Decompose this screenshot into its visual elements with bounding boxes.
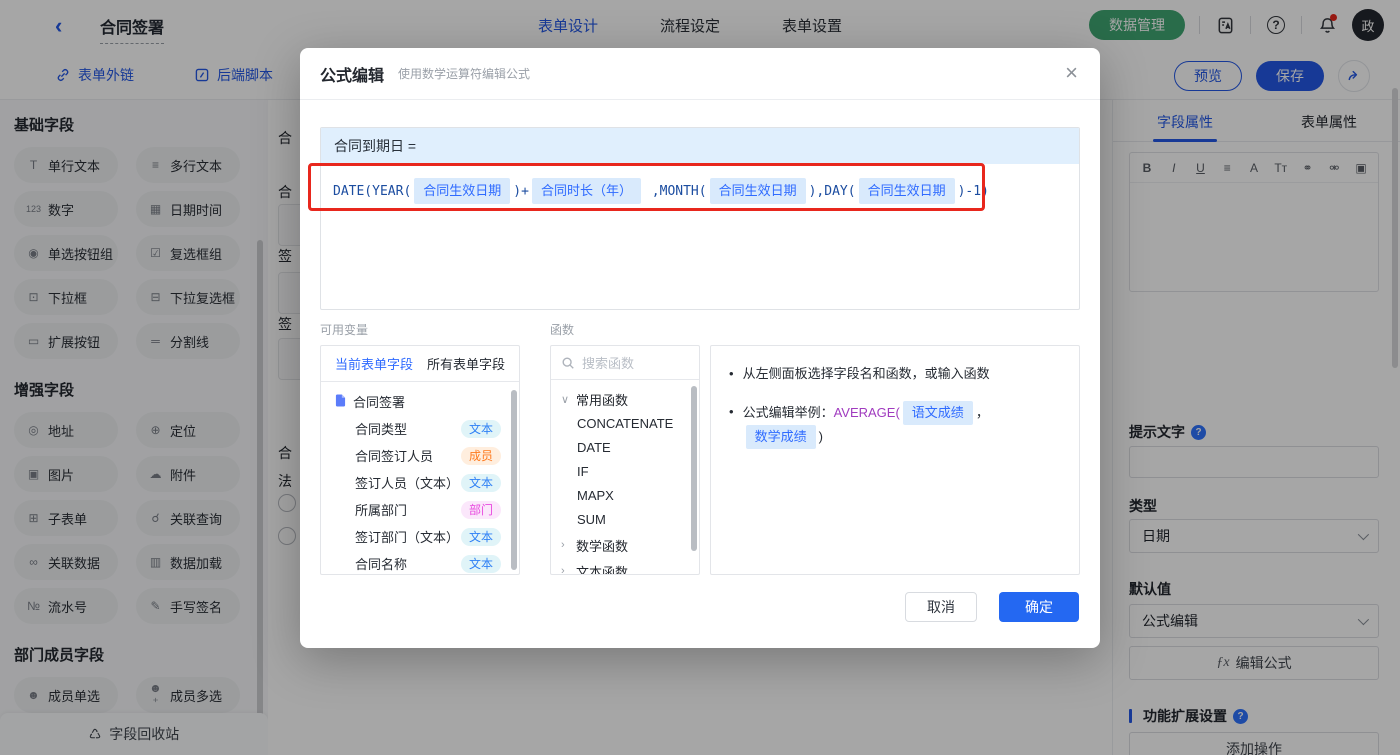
example-prefix: 公式编辑举例：: [742, 405, 834, 420]
bullet-dot: •: [729, 366, 734, 381]
variable-name: 合同名称: [355, 557, 408, 572]
function-item-IF[interactable]: IF: [551, 460, 699, 484]
function-item-MAPX[interactable]: MAPX: [551, 484, 699, 508]
variable-row-合同名称[interactable]: 合同名称 文本: [321, 550, 519, 574]
variable-row-所属部门[interactable]: 所属部门 部门: [321, 496, 519, 523]
example-field-chip: 数学成绩: [745, 425, 816, 449]
variable-name: 合同类型: [355, 422, 408, 437]
variable-name: 合同签订人员: [355, 449, 434, 464]
variable-row-合同类型[interactable]: 合同类型 文本: [321, 415, 519, 442]
chevron-right-icon: ›: [561, 539, 565, 551]
modal-subtitle: 使用数学运算符编辑公式: [398, 67, 531, 81]
variable-type-badge: 文本: [460, 527, 501, 546]
formula-box: 合同到期日 = DATE(YEAR(合同生效日期)+ 合同时长（年） ,MONTH…: [320, 127, 1080, 310]
formula-code: ,MONTH(: [643, 184, 707, 199]
cancel-button[interactable]: 取消: [905, 592, 977, 622]
formula-code: )-1): [957, 184, 989, 199]
variables-tab-当前表单字段[interactable]: 当前表单字段: [335, 354, 413, 373]
help-bullet-1: • 从左侧面板选择字段名和函数，或输入函数: [729, 363, 1061, 385]
formula-editor-modal: 公式编辑 使用数学运算符编辑公式 × 合同到期日 = DATE(YEAR(合同生…: [300, 48, 1100, 648]
function-search[interactable]: 搜索函数: [551, 346, 699, 380]
chevron-down-icon: ∨: [561, 393, 570, 406]
variables-tab-所有表单字段[interactable]: 所有表单字段: [427, 354, 505, 373]
function-item-DATE[interactable]: DATE: [551, 436, 699, 460]
formula-result-field: 合同到期日 =: [321, 128, 1079, 164]
functions-scrollbar[interactable]: [691, 386, 697, 551]
help-bullet-2: • 公式编辑举例：AVERAGE(语文成绩 ， 数学成绩): [729, 401, 1061, 449]
function-list: ∨ 常用函数 CONCATENATE DATE IF MAPX SUM › 数学函数 › 文本函数: [551, 380, 699, 575]
example-function: AVERAGE(: [833, 405, 900, 420]
variable-name: 签订人员（文本）: [355, 476, 460, 491]
functions-panel: 搜索函数 ∨ 常用函数 CONCATENATE DATE IF MAPX SUM › 数学函数 ›…: [550, 345, 700, 575]
example-field-chip: 语文成绩: [902, 401, 973, 425]
variable-row-签订部门（文本）[interactable]: 签订部门（文本） 文本: [321, 523, 519, 550]
variables-root-row[interactable]: 合同签署: [321, 388, 519, 415]
variable-type-badge: 文本: [460, 473, 501, 492]
formula-code: )+: [513, 184, 529, 199]
confirm-button[interactable]: 确定: [999, 592, 1079, 622]
variables-panel: 当前表单字段 所有表单字段 合同签署 合同类型 文本 合同签订人员 成员 签订人员（文本）文…: [320, 345, 520, 575]
variable-type-badge: 部门: [460, 500, 501, 519]
variable-type-badge: 文本: [460, 419, 501, 438]
example-close: ): [818, 429, 823, 444]
function-group-常用函数[interactable]: ∨ 常用函数: [551, 386, 699, 412]
variables-list: 合同签署 合同类型 文本 合同签订人员 成员 签订人员（文本） 文本 所属部门 部门 签订部门（文…: [321, 382, 519, 574]
form-doc-icon: [335, 394, 346, 410]
formula-input[interactable]: DATE(YEAR(合同生效日期)+ 合同时长（年） ,MONTH(合同生效日期)…: [321, 164, 1079, 218]
variables-tabs: 当前表单字段 所有表单字段: [321, 346, 519, 382]
formula-field-chip[interactable]: 合同生效日期: [414, 178, 511, 204]
modal-title: 公式编辑: [320, 67, 385, 85]
help-panel: • 从左侧面板选择字段名和函数，或输入函数 • 公式编辑举例：AVERAGE(语…: [710, 345, 1080, 575]
variable-row-签订人员（文本）[interactable]: 签订人员（文本） 文本: [321, 469, 519, 496]
formula-field-chip[interactable]: 合同生效日期: [858, 178, 955, 204]
variables-scrollbar[interactable]: [511, 390, 517, 570]
bullet-dot: •: [729, 404, 734, 419]
chevron-right-icon: ›: [561, 565, 565, 575]
close-icon[interactable]: ×: [1065, 62, 1078, 84]
functions-label: 函数: [550, 323, 575, 337]
function-group-文本函数[interactable]: › 文本函数: [551, 558, 699, 575]
variable-type-badge: 文本: [460, 554, 501, 573]
function-group-label: 常用函数: [576, 392, 629, 408]
formula-code: DATE(YEAR(: [333, 184, 412, 199]
modal-header: 公式编辑 使用数学运算符编辑公式: [300, 48, 1100, 100]
function-item-SUM[interactable]: SUM: [551, 508, 699, 532]
variable-name: 所属部门: [355, 503, 408, 518]
function-item-CONCATENATE[interactable]: CONCATENATE: [551, 412, 699, 436]
formula-example: 公式编辑举例：AVERAGE(语文成绩 ， 数学成绩): [743, 401, 1061, 449]
variable-name: 签订部门（文本）: [355, 530, 460, 545]
example-separator: ，: [975, 405, 989, 420]
modal-footer: 取消 确定: [905, 592, 1079, 622]
formula-field-chip[interactable]: 合同时长（年）: [531, 178, 641, 204]
formula-code: ),DAY(: [808, 184, 856, 199]
search-icon: [562, 356, 574, 369]
variables-label: 可用变量: [320, 323, 369, 337]
function-group-label: 文本函数: [576, 564, 629, 575]
variable-type-badge: 成员: [460, 446, 501, 465]
app-window: ‹ 合同签署 表单设计 流程设定 表单设置 数据管理 ? 政 表单外链后端脚本 …: [0, 0, 1400, 755]
variable-row-合同签订人员[interactable]: 合同签订人员 成员: [321, 442, 519, 469]
variable-root-name: 合同签署: [353, 395, 406, 410]
function-group-数学函数[interactable]: › 数学函数: [551, 532, 699, 558]
formula-field-chip[interactable]: 合同生效日期: [709, 178, 806, 204]
function-group-label: 数学函数: [576, 538, 629, 554]
search-placeholder: 搜索函数: [582, 356, 635, 371]
